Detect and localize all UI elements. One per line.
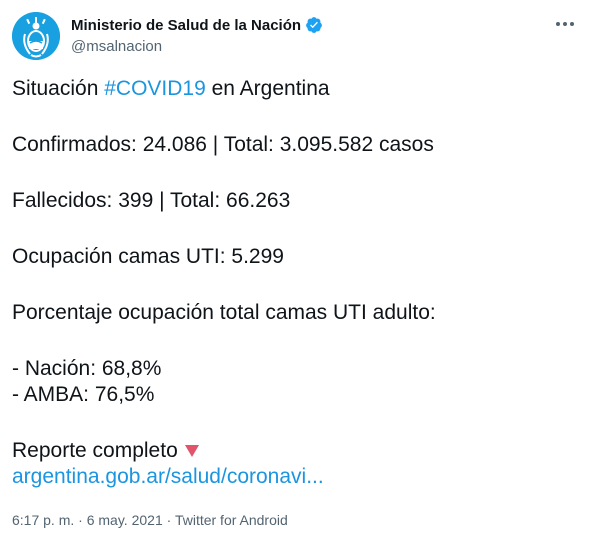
tweet-line-situacion: Situación #COVID19 en Argentina (12, 76, 579, 102)
red-down-triangle-icon (184, 439, 200, 465)
tweet-line-ocupacion: Ocupación camas UTI: 5.299 (12, 245, 284, 268)
meta-separator-2: · (162, 512, 175, 528)
tweet-meta: 6:17 p. m. · 6 may. 2021 · Twitter for A… (12, 512, 288, 528)
tweet-line-link: argentina.gob.ar/salud/coronavi... (12, 464, 579, 490)
reporte-label: Reporte completo (12, 439, 178, 462)
hashtag-covid19-link[interactable]: #COVID19 (104, 77, 206, 100)
author-display-name[interactable]: Ministerio de Salud de la Nación (71, 17, 301, 34)
tweet-line-porcentaje: Porcentaje ocupación total camas UTI adu… (12, 301, 436, 324)
report-link[interactable]: argentina.gob.ar/salud/coronavi... (12, 465, 324, 488)
author-names: Ministerio de Salud de la Nación @msalna… (71, 15, 323, 55)
author-handle[interactable]: @msalnacion (71, 38, 323, 55)
tweet-date-link[interactable]: 6 may. 2021 (87, 512, 163, 528)
tweet-line-amba: - AMBA: 76,5% (12, 383, 155, 406)
meta-separator-1: · (74, 512, 87, 528)
verified-badge-icon (305, 16, 323, 34)
tweet-text: Situación #COVID19 en Argentina Confirma… (12, 76, 579, 490)
tweet-line-fallecidos: Fallecidos: 399 | Total: 66.263 (12, 189, 291, 212)
situacion-prefix: Situación (12, 77, 105, 100)
tweet-line-confirmados: Confirmados: 24.086 | Total: 3.095.582 c… (12, 133, 434, 156)
situacion-suffix: en Argentina (205, 77, 330, 100)
tweet-line-nacion: - Nación: 68,8% (12, 357, 162, 380)
display-name-row: Ministerio de Salud de la Nación (71, 15, 323, 35)
tweet-source-link[interactable]: Twitter for Android (175, 512, 288, 528)
tweet-time-link[interactable]: 6:17 p. m. (12, 512, 74, 528)
tweet-header: Ministerio de Salud de la Nación @msalna… (12, 12, 579, 62)
more-horizontal-icon[interactable] (551, 14, 579, 34)
tweet-line-reporte: Reporte completo (12, 438, 579, 464)
argentina-coat-of-arms-icon[interactable] (12, 12, 60, 60)
